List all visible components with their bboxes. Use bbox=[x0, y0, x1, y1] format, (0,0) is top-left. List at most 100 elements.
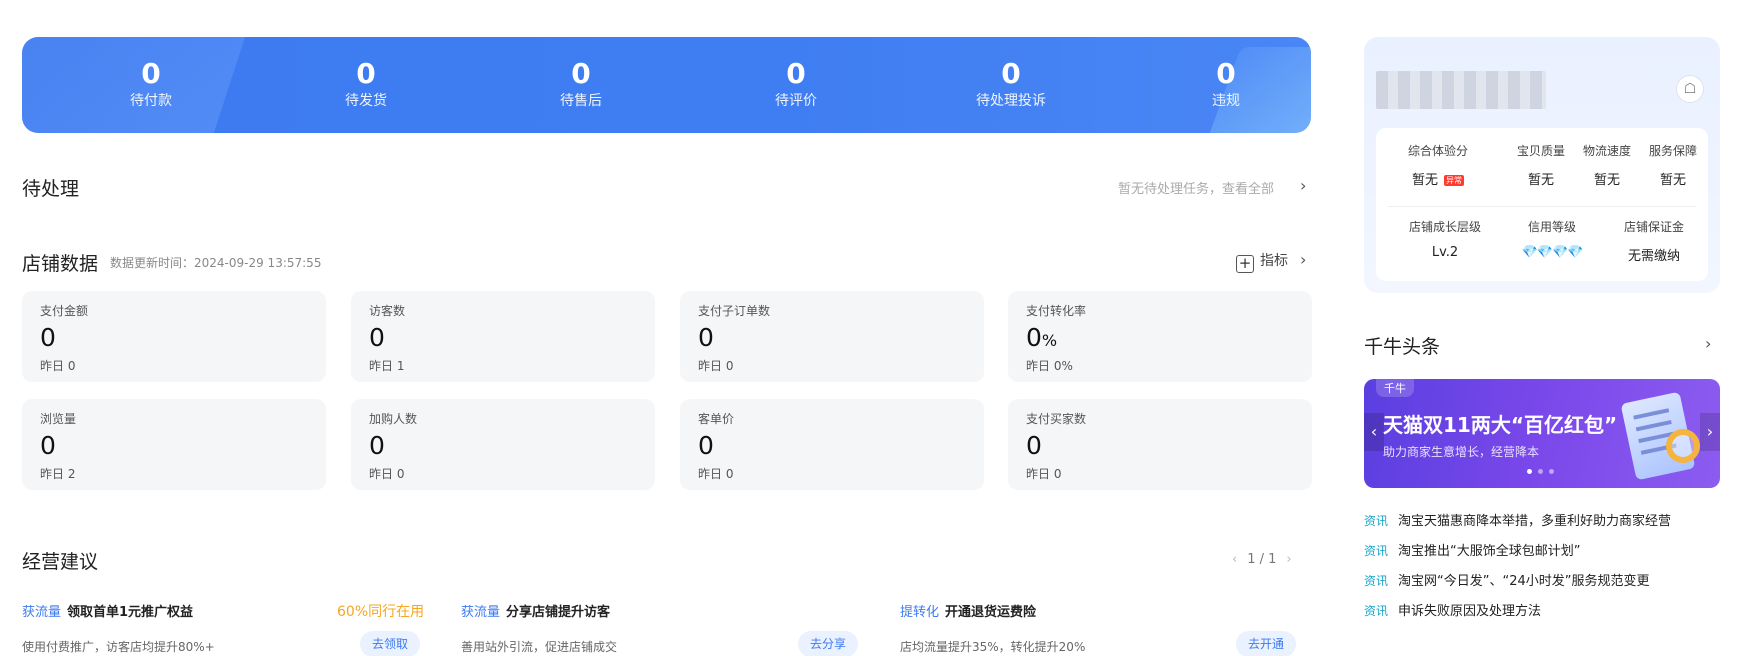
chevron-right-icon[interactable]: › bbox=[1705, 334, 1711, 353]
news-title: 千牛头条 bbox=[1364, 336, 1441, 358]
chevron-left-icon[interactable]: ‹ bbox=[1364, 413, 1384, 451]
chevron-right-icon[interactable]: › bbox=[1700, 413, 1720, 451]
news-tag: 资讯 bbox=[1364, 604, 1389, 618]
news-text: 淘宝网“今日发”、“24小时发”服务规范变更 bbox=[1398, 574, 1650, 589]
suggestion-tag: 提转化 bbox=[900, 605, 940, 620]
suggestion-item: 获流量 领取首单1元推广权益 bbox=[22, 601, 193, 620]
activate-button[interactable]: 去开通 bbox=[1236, 631, 1297, 656]
suggestion-item: 提转化 开通退货运费险 bbox=[900, 601, 1036, 620]
shop-score-box: 综合体验分 暂无 异常 宝贝质量 暂无 物流速度 暂无 服务保障 暂无 店铺成长层… bbox=[1376, 128, 1708, 281]
qianniu-logo: 千牛 bbox=[1376, 379, 1414, 397]
metric-card-sub-orders[interactable]: 支付子订单数 0 昨日 0 bbox=[680, 291, 984, 382]
stat-value: 0 bbox=[786, 57, 806, 90]
data-update-time: 数据更新时间：2024-09-29 13:57:55 bbox=[110, 256, 322, 270]
metric-card-payment-amount[interactable]: 支付金额 0 昨日 0 bbox=[22, 291, 326, 382]
suggestion-tag: 获流量 bbox=[461, 605, 501, 620]
chevron-right-icon[interactable]: › bbox=[1300, 250, 1306, 269]
news-item[interactable]: 资讯 淘宝天猫惠商降本举措，多重利好助力商家经营 bbox=[1364, 510, 1671, 529]
share-button[interactable]: 去分享 bbox=[798, 631, 859, 656]
claim-button[interactable]: 去领取 bbox=[360, 631, 421, 656]
stat-pending-aftersale[interactable]: 0 待售后 bbox=[501, 57, 661, 111]
score-label: 服务保障 bbox=[1648, 144, 1697, 158]
stat-pending-review[interactable]: 0 待评价 bbox=[716, 57, 876, 111]
stat-label: 违规 bbox=[1212, 93, 1240, 109]
metric-card-paying-buyers[interactable]: 支付买家数 0 昨日 0 bbox=[1008, 399, 1312, 490]
metric-yesterday: 昨日 0 bbox=[698, 359, 734, 373]
shop-deposit[interactable]: 店铺保证金 无需缴纳 bbox=[1604, 218, 1704, 264]
score-value: 暂无 bbox=[1527, 173, 1554, 188]
metric-card-conversion-rate[interactable]: 支付转化率 0% 昨日 0% bbox=[1008, 291, 1312, 382]
magnifier-illustration bbox=[1666, 429, 1700, 463]
suggestion-item: 获流量 分享店铺提升访客 bbox=[461, 601, 610, 620]
stat-value: 0 bbox=[1001, 57, 1021, 90]
suggestion-desc: 使用付费推广，访客店均提升80%+ bbox=[22, 640, 215, 654]
suggestion-title[interactable]: 领取首单1元推广权益 bbox=[67, 605, 193, 620]
score-label: 信用等级 bbox=[1527, 220, 1576, 234]
score-logistics[interactable]: 物流速度 暂无 bbox=[1572, 142, 1642, 188]
news-tag: 资讯 bbox=[1364, 514, 1389, 528]
divider bbox=[1388, 206, 1696, 207]
metric-value: 0% bbox=[1026, 323, 1058, 352]
news-banner[interactable]: 千牛 天猫双11两大“百亿红包” 助力商家生意增长，经营降本 ‹ › bbox=[1364, 379, 1720, 488]
metric-title: 支付转化率 bbox=[1026, 304, 1087, 318]
shop-growth-level[interactable]: 店铺成长层级 Lv.2 bbox=[1390, 218, 1500, 260]
stat-pending-complaints[interactable]: 0 待处理投诉 bbox=[931, 57, 1091, 111]
metric-yesterday: 昨日 0 bbox=[40, 359, 76, 373]
news-text: 淘宝天猫惠商降本举措，多重利好助力商家经营 bbox=[1398, 514, 1672, 529]
metric-title: 支付金额 bbox=[40, 304, 89, 318]
stat-label: 待发货 bbox=[345, 93, 387, 109]
metric-value: 0 bbox=[40, 431, 56, 460]
banner-subtitle: 助力商家生意增长，经营降本 bbox=[1383, 445, 1540, 459]
news-item[interactable]: 资讯 淘宝网“今日发”、“24小时发”服务规范变更 bbox=[1364, 570, 1650, 589]
view-all-pending-link[interactable]: 暂无待处理任务，查看全部 bbox=[1118, 178, 1274, 197]
carousel-dots[interactable] bbox=[1524, 459, 1557, 478]
shop-icon[interactable]: ☖ bbox=[1676, 75, 1704, 103]
metric-value: 0 bbox=[698, 431, 714, 460]
metric-card-visitors[interactable]: 访客数 0 昨日 1 bbox=[351, 291, 655, 382]
suggestions-title: 经营建议 bbox=[22, 551, 99, 573]
metric-yesterday: 昨日 2 bbox=[40, 467, 76, 481]
pending-title: 待处理 bbox=[22, 178, 80, 200]
stat-label: 待付款 bbox=[130, 93, 172, 109]
credit-level[interactable]: 信用等级 💎💎💎💎 bbox=[1502, 218, 1602, 260]
chevron-right-icon[interactable]: › bbox=[1286, 552, 1291, 567]
metric-card-avg-order-value[interactable]: 客单价 0 昨日 0 bbox=[680, 399, 984, 490]
metric-yesterday: 昨日 0 bbox=[1026, 467, 1062, 481]
news-text: 淘宝推出“大服饰全球包邮计划” bbox=[1398, 544, 1581, 559]
score-overall[interactable]: 综合体验分 暂无 异常 bbox=[1390, 142, 1486, 188]
score-label: 综合体验分 bbox=[1407, 144, 1468, 158]
metric-settings-button[interactable]: + 指标 bbox=[1236, 250, 1288, 273]
score-label: 店铺保证金 bbox=[1623, 220, 1684, 234]
stat-violations[interactable]: 0 违规 bbox=[1146, 57, 1306, 111]
news-tag: 资讯 bbox=[1364, 574, 1389, 588]
suggestions-pager: ‹ 1 / 1 › bbox=[1232, 552, 1292, 567]
suggestion-title[interactable]: 开通退货运费险 bbox=[945, 605, 1036, 620]
metric-yesterday: 昨日 0 bbox=[369, 467, 405, 481]
stat-label: 待售后 bbox=[560, 93, 602, 109]
stat-pending-payment[interactable]: 0 待付款 bbox=[71, 57, 231, 111]
score-service[interactable]: 服务保障 暂无 bbox=[1640, 142, 1706, 188]
metric-value: 0 bbox=[40, 323, 56, 352]
score-item-quality[interactable]: 宝贝质量 暂无 bbox=[1506, 142, 1576, 188]
metric-title: 客单价 bbox=[698, 412, 735, 426]
suggestion-title[interactable]: 分享店铺提升访客 bbox=[506, 605, 610, 620]
metric-value: 0 bbox=[698, 323, 714, 352]
metric-title: 浏览量 bbox=[40, 412, 77, 426]
metric-title: 访客数 bbox=[369, 304, 406, 318]
suggestion-hot-label: 60%同行在用 bbox=[337, 604, 425, 620]
chevron-right-icon[interactable]: › bbox=[1300, 176, 1306, 195]
stat-value: 0 bbox=[141, 57, 161, 90]
order-summary-banner: 0 待付款 0 待发货 0 待售后 0 待评价 0 待处理投诉 0 违规 bbox=[22, 37, 1311, 133]
metric-yesterday: 昨日 0 bbox=[698, 467, 734, 481]
stat-pending-shipment[interactable]: 0 待发货 bbox=[286, 57, 446, 111]
metric-card-page-views[interactable]: 浏览量 0 昨日 2 bbox=[22, 399, 326, 490]
pager-text: 1 / 1 bbox=[1247, 552, 1277, 567]
score-label: 店铺成长层级 bbox=[1408, 220, 1481, 234]
metric-yesterday: 昨日 0% bbox=[1026, 359, 1073, 373]
metric-value: 0 bbox=[369, 323, 385, 352]
news-item[interactable]: 资讯 申诉失败原因及处理方法 bbox=[1364, 600, 1541, 619]
chevron-left-icon[interactable]: ‹ bbox=[1232, 552, 1237, 567]
metric-title: 加购人数 bbox=[369, 412, 418, 426]
news-item[interactable]: 资讯 淘宝推出“大服饰全球包邮计划” bbox=[1364, 540, 1581, 559]
metric-card-add-to-cart[interactable]: 加购人数 0 昨日 0 bbox=[351, 399, 655, 490]
